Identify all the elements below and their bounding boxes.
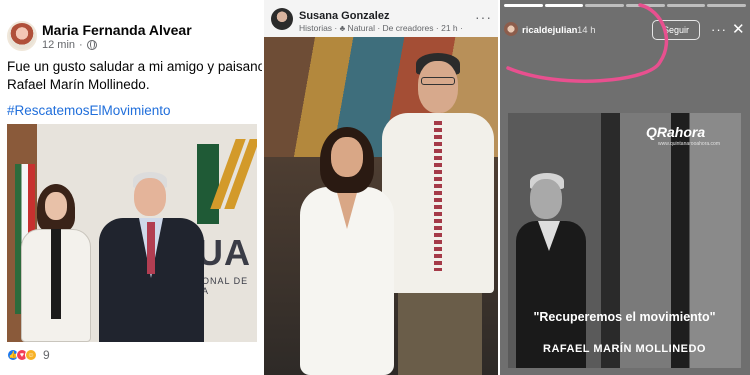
post-text-line: Fue un gusto saludar a mi amigo y paisan… <box>7 59 262 74</box>
post-hashtag[interactable]: #RescatemosElMovimiento <box>7 103 171 118</box>
story-username[interactable]: ricaldejulian <box>522 25 577 36</box>
post-author-name[interactable]: Maria Fernanda Alvear <box>42 22 192 38</box>
wall-sign-sub: ONAL DE A <box>202 276 249 296</box>
author-avatar[interactable] <box>271 8 293 30</box>
globe-icon <box>86 40 97 50</box>
more-options-icon[interactable]: ··· <box>711 22 727 37</box>
post-text: Fue un gusto saludar a mi amigo y paisan… <box>7 58 262 94</box>
post-time[interactable]: 12 min <box>42 39 75 51</box>
close-icon[interactable]: ✕ <box>732 20 745 38</box>
man-figure <box>516 173 586 368</box>
facebook-post: Maria Fernanda Alvear 12 min · Fue un gu… <box>0 0 262 375</box>
man-figure <box>99 172 204 342</box>
author-avatar[interactable] <box>7 21 37 51</box>
story-time: 14 h <box>577 25 596 36</box>
haha-reaction-icon: ☺ <box>25 349 37 361</box>
story-card[interactable]: QRahora www.quintanarooahora.com "Recupe… <box>508 113 741 368</box>
user-avatar[interactable] <box>504 22 518 36</box>
post-photo[interactable]: UA ONAL DE A <box>7 124 257 342</box>
institution-logo <box>197 134 257 224</box>
woman-figure <box>19 184 94 342</box>
more-options-icon[interactable]: ··· <box>475 9 492 25</box>
story-meta: Historias · ♣ Natural · De creadores · 2… <box>299 23 463 33</box>
reaction-count[interactable]: 9 <box>43 348 50 362</box>
story-name: RAFAEL MARÍN MOLLINEDO <box>543 343 706 355</box>
woman-figure <box>292 127 402 375</box>
instagram-story: ricaldejulian 14 h Seguir ··· ✕ QRahora … <box>500 0 750 375</box>
story-quote: "Recuperemos el movimiento" <box>533 310 716 324</box>
post-meta: 12 min · <box>42 39 97 51</box>
annotation-circle <box>506 3 669 83</box>
follow-button[interactable]: Seguir <box>652 20 700 40</box>
meta-separator: · <box>79 39 83 51</box>
story-progress-bars <box>504 4 747 7</box>
wall-sign: UA <box>197 232 251 273</box>
facebook-story: Susana Gonzalez Historias · ♣ Natural · … <box>264 0 498 375</box>
brand-logo: QRahora <box>646 124 706 140</box>
post-text-line: Rafael Marín Mollinedo. <box>7 77 150 92</box>
story-author-name[interactable]: Susana Gonzalez <box>299 10 389 22</box>
reactions-bar[interactable]: 👍 ♥ ☺ 9 <box>7 348 50 362</box>
story-photo[interactable] <box>264 37 498 375</box>
brand-url: www.quintanarooahora.com <box>658 141 720 147</box>
